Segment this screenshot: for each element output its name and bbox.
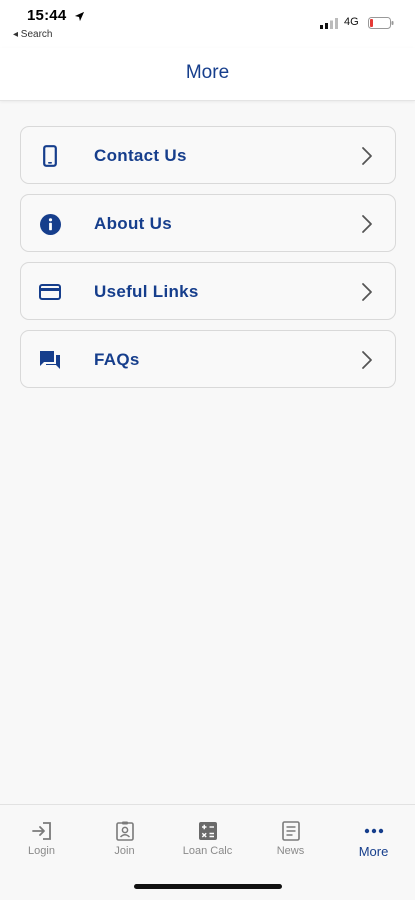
menu-item-useful-links[interactable]: Useful Links [20, 262, 396, 320]
menu-item-label: About Us [94, 214, 172, 233]
tab-more[interactable]: More [332, 805, 415, 865]
chevron-right-icon [361, 350, 373, 375]
tab-loan-calc[interactable]: Loan Calc [166, 805, 249, 865]
tab-join[interactable]: Join [83, 805, 166, 865]
menu-item-label: Contact Us [94, 146, 187, 165]
chevron-right-icon [361, 146, 373, 171]
menu-item-label: FAQs [94, 350, 140, 369]
tab-label: Loan Calc [182, 845, 233, 857]
calculator-icon [166, 821, 249, 841]
more-menu-list: Contact Us About Us Useful Links FAQs [20, 126, 396, 398]
badge-icon [83, 821, 166, 841]
tab-label: Login [28, 845, 55, 857]
card-icon [39, 281, 61, 303]
tab-login[interactable]: Login [0, 805, 83, 865]
news-icon [249, 821, 332, 841]
chevron-right-icon [361, 282, 373, 307]
status-time: 15:44 [27, 7, 67, 24]
tab-news[interactable]: News [249, 805, 332, 865]
menu-item-label: Useful Links [94, 282, 199, 301]
nav-header: More [0, 48, 415, 101]
tab-label: Join [114, 845, 135, 857]
battery-icon [368, 16, 394, 34]
menu-item-about-us[interactable]: About Us [20, 194, 396, 252]
chevron-right-icon [361, 214, 373, 239]
network-type: 4G [344, 16, 359, 28]
home-indicator[interactable] [134, 884, 282, 889]
back-to-search-link[interactable]: ◂ Search [13, 29, 52, 40]
info-icon [39, 213, 61, 235]
menu-item-contact-us[interactable]: Contact Us [20, 126, 396, 184]
tab-label: News [276, 845, 305, 857]
phone-icon [39, 145, 61, 167]
login-icon [0, 821, 83, 841]
signal-icon [320, 16, 340, 34]
location-arrow-icon [74, 9, 85, 27]
page-title: More [185, 62, 230, 83]
status-bar: 15:44 ◂ Search 4G [0, 0, 415, 48]
tab-label: More [358, 844, 389, 859]
more-icon [332, 821, 415, 841]
menu-item-faqs[interactable]: FAQs [20, 330, 396, 388]
chat-icon [39, 349, 61, 371]
